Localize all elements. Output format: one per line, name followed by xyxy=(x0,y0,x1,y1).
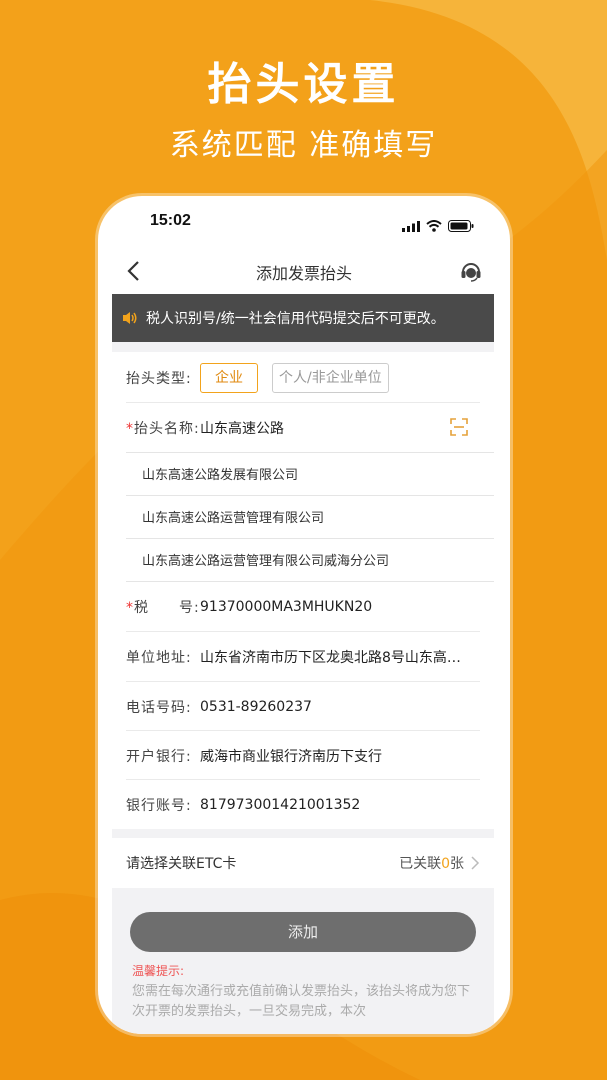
address-input[interactable]: 山东省济南市历下区龙奥北路8号山东高… xyxy=(200,647,494,667)
name-label: *抬头名称: xyxy=(112,418,200,438)
status-time: 15:02 xyxy=(150,212,191,229)
type-option-individual[interactable]: 个人/非企业单位 xyxy=(272,362,389,393)
address-label: 单位地址: xyxy=(126,649,192,666)
etc-linked-prefix: 已关联 xyxy=(399,856,442,872)
suggestion-item[interactable]: 山东高速公路运营管理有限公司 xyxy=(112,495,494,538)
chevron-right-icon xyxy=(471,856,480,870)
bank-label: 开户银行: xyxy=(126,748,192,765)
tax-label-text: 税 号: xyxy=(134,599,200,616)
status-bar: 15:02 xyxy=(98,196,510,242)
tax-number-input[interactable]: 91370000MA3MHUKN20 xyxy=(200,599,494,615)
customer-service-icon[interactable] xyxy=(460,260,482,282)
etc-card-row[interactable]: 请选择关联ETC卡 已关联0张 xyxy=(112,838,494,888)
bank-row[interactable]: 开户银行: 威海市商业银行济南历下支行 xyxy=(112,731,494,780)
section-gap xyxy=(112,342,494,352)
battery-icon xyxy=(448,220,474,232)
section-gap xyxy=(112,829,494,838)
signal-icon xyxy=(402,221,420,232)
add-button[interactable]: 添加 xyxy=(130,912,476,952)
notice-bar: 税人识别号/统一社会信用代码提交后不可更改。 xyxy=(112,294,494,342)
tax-number-row[interactable]: *税 号: 91370000MA3MHUKN20 xyxy=(112,582,494,631)
account-input[interactable]: 817973001421001352 xyxy=(200,797,494,813)
bottom-area: 添加 温馨提示: 您需在每次通行或充值前确认发票抬头，该抬头将成为您下次开票的发… xyxy=(112,888,494,1034)
tips-text: 您需在每次通行或充值前确认发票抬头，该抬头将成为您下次开票的发票抬头，一旦交易完… xyxy=(132,984,471,1019)
tax-label: *税 号: xyxy=(112,597,200,617)
invoice-name-row[interactable]: *抬头名称: 山东高速公路 xyxy=(112,403,494,452)
speaker-icon xyxy=(123,312,137,324)
promo-title: 抬头设置 xyxy=(207,59,400,110)
suggestion-item[interactable]: 山东高速公路运营管理有限公司威海分公司 xyxy=(112,538,494,581)
type-option-company[interactable]: 企业 xyxy=(200,362,258,393)
tips-title: 温馨提示: xyxy=(132,964,185,978)
etc-label: 请选择关联ETC卡 xyxy=(126,856,237,872)
address-row[interactable]: 单位地址: 山东省济南市历下区龙奥北路8号山东高… xyxy=(112,632,494,681)
promo-subtitle: 系统匹配 准确填写 xyxy=(169,128,438,163)
account-row[interactable]: 银行账号: 817973001421001352 xyxy=(112,780,494,829)
phone-row[interactable]: 电话号码: 0531-89260237 xyxy=(112,682,494,731)
name-label-text: 抬头名称: xyxy=(134,420,200,437)
phone-input[interactable]: 0531-89260237 xyxy=(200,699,494,715)
etc-linked-count: 0 xyxy=(441,856,450,872)
required-mark: * xyxy=(126,599,134,616)
wifi-icon xyxy=(426,220,442,232)
suggestion-item[interactable]: 山东高速公路发展有限公司 xyxy=(112,452,494,495)
account-label: 银行账号: xyxy=(126,797,192,814)
required-mark: * xyxy=(126,420,134,437)
phone-label: 电话号码: xyxy=(126,699,192,716)
etc-linked-suffix: 张 xyxy=(450,856,464,872)
notice-text: 税人识别号/统一社会信用代码提交后不可更改。 xyxy=(146,311,445,327)
invoice-type-row: 抬头类型: 企业 个人/非企业单位 xyxy=(112,353,494,402)
page-title: 添加发票抬头 xyxy=(255,264,352,283)
etc-linked-status: 已关联0张 xyxy=(399,853,480,873)
nav-bar: 添加发票抬头 xyxy=(98,248,510,294)
phone-frame: 15:02 添加发票抬头 税人识别号/统一社会信用代码提交后不可更改。 抬头类型… xyxy=(98,196,510,1034)
scan-icon[interactable] xyxy=(450,418,468,436)
type-label: 抬头类型: xyxy=(126,370,192,387)
bank-input[interactable]: 威海市商业银行济南历下支行 xyxy=(200,746,494,766)
